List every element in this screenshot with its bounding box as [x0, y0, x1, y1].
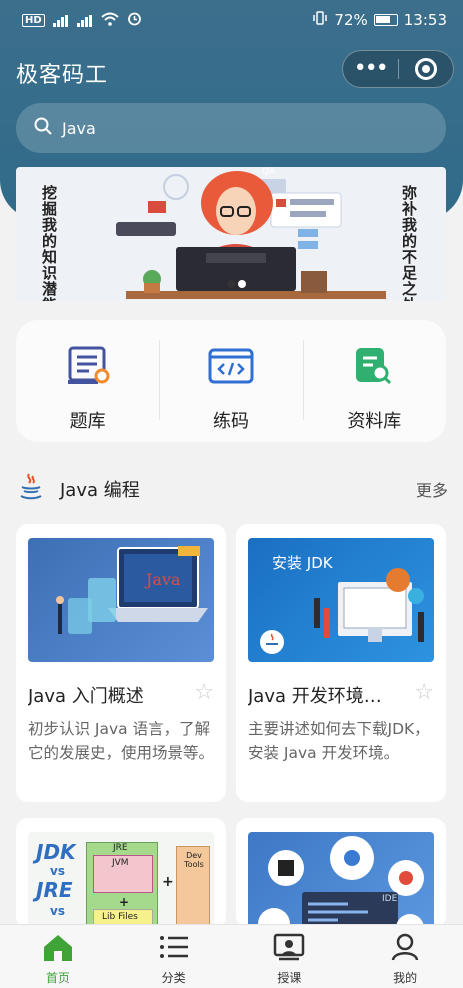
course-title: Java 入门概述	[28, 686, 144, 707]
promo-banner[interactable]: 挖掘我的知识潜能 弥补我的不足之处 QA	[16, 167, 446, 301]
alarm-icon	[127, 11, 142, 30]
thumbnail-label: JVM	[112, 858, 129, 868]
wifi-icon	[101, 12, 119, 30]
course-thumbnail: 安装 JDK	[248, 538, 434, 662]
java-cup-icon	[16, 472, 46, 506]
signal-1-icon	[52, 14, 69, 27]
tab-label: 授课	[277, 971, 302, 985]
question-bank-icon	[66, 346, 110, 390]
code-practice-icon	[208, 346, 254, 390]
clock: 13:53	[403, 11, 447, 29]
app-title: 极客码工	[16, 63, 109, 88]
teach-icon	[273, 933, 305, 965]
star-icon[interactable]: ☆	[414, 682, 434, 704]
tab-home[interactable]: 首页	[0, 925, 116, 988]
star-icon[interactable]: ☆	[194, 682, 214, 704]
thumbnail-label: JDK	[36, 840, 76, 864]
target-icon	[414, 58, 437, 80]
tab-label: 我的	[393, 971, 418, 985]
course-thumbnail: JDK vs JRE vs JRE JVM + Lib Files + Dev …	[28, 832, 214, 928]
course-description: 初步认识 Java 语言，了解它的发展史，使用场景等。	[28, 720, 215, 762]
jre-box: JRE JVM + Lib Files	[86, 842, 158, 928]
thumbnail-label: JRE	[36, 878, 73, 902]
more-menu-button[interactable]: •••	[343, 58, 398, 80]
java-intro-illustration	[56, 546, 208, 634]
quick-link-label: 练码	[212, 411, 249, 432]
banner-illustration	[116, 171, 386, 299]
battery-percent: 72%	[334, 11, 368, 29]
vibrate-icon	[312, 11, 328, 29]
ide-illustration	[258, 836, 424, 928]
thumbnail-caption: 安装 JDK	[272, 554, 333, 572]
signal-2-icon	[76, 14, 93, 27]
section-header: Java 编程 更多	[16, 472, 448, 506]
more-link[interactable]: 更多	[416, 477, 448, 501]
mini-program-capsule: •••	[342, 50, 454, 88]
hd-badge: HD	[22, 14, 45, 27]
tab-category[interactable]: 分类	[116, 925, 232, 988]
thumbnail-label: Lib Files	[102, 912, 138, 922]
quick-link-label: 资料库	[347, 411, 402, 432]
section-title: Java 编程	[60, 480, 140, 501]
list-icon	[159, 933, 189, 965]
course-thumbnail: Java	[28, 538, 214, 662]
bottom-tab-bar: 首页 分类 授课 我的	[0, 924, 463, 988]
banner-qa-tag: QA	[262, 167, 276, 177]
quick-link-label: 题库	[69, 411, 106, 432]
quick-links-panel: 题库 练码 资料库	[16, 320, 446, 442]
quick-link-code-practice[interactable]: 练码	[159, 320, 302, 442]
quick-link-documents[interactable]: 资料库	[302, 320, 446, 442]
search-query: Java	[62, 118, 96, 138]
thumbnail-label: +	[162, 874, 174, 890]
search-icon	[34, 117, 52, 139]
thumbnail-caption: IDE	[382, 894, 398, 904]
dev-tools-box: Dev Tools	[176, 846, 210, 928]
thumbnail-caption: Java	[146, 570, 181, 589]
course-title: Java 开发环境…	[248, 686, 382, 707]
tab-mine[interactable]: 我的	[347, 925, 463, 988]
status-bar: HD 72% 13:53	[0, 0, 463, 40]
thumbnail-label: vs	[50, 904, 65, 918]
thumbnail-label: +	[119, 895, 130, 909]
thumbnail-label: Dev Tools	[184, 851, 204, 869]
thumbnail-label: JRE	[113, 843, 128, 853]
course-thumbnail: IDE	[248, 832, 434, 928]
document-search-icon	[354, 346, 394, 390]
course-description: 主要讲述如何去下载JDK，安装 Java 开发环境。	[248, 720, 430, 762]
quick-link-question-bank[interactable]: 题库	[16, 320, 159, 442]
lib-box: Lib Files	[93, 909, 153, 925]
battery-icon	[373, 14, 398, 26]
course-card[interactable]: Java Java 入门概述 ☆ 初步认识 Java 语言，了解它的发展史，使用…	[16, 524, 226, 802]
course-card[interactable]: JDK vs JRE vs JRE JVM + Lib Files + Dev …	[16, 818, 226, 928]
tab-label: 首页	[45, 971, 70, 985]
close-program-button[interactable]	[398, 58, 453, 80]
tab-label: 分类	[161, 971, 186, 985]
jvm-box: JVM	[93, 855, 153, 893]
course-card[interactable]: IDE	[236, 818, 446, 928]
search-bar[interactable]: Java	[16, 103, 446, 153]
course-card[interactable]: 安装 JDK Java 开发环境… ☆ 主要讲述如何去下载JDK，安装 Java…	[236, 524, 446, 802]
tab-teach[interactable]: 授课	[232, 925, 348, 988]
home-icon	[42, 933, 74, 965]
user-icon	[390, 933, 420, 965]
thumbnail-label: vs	[50, 864, 65, 878]
